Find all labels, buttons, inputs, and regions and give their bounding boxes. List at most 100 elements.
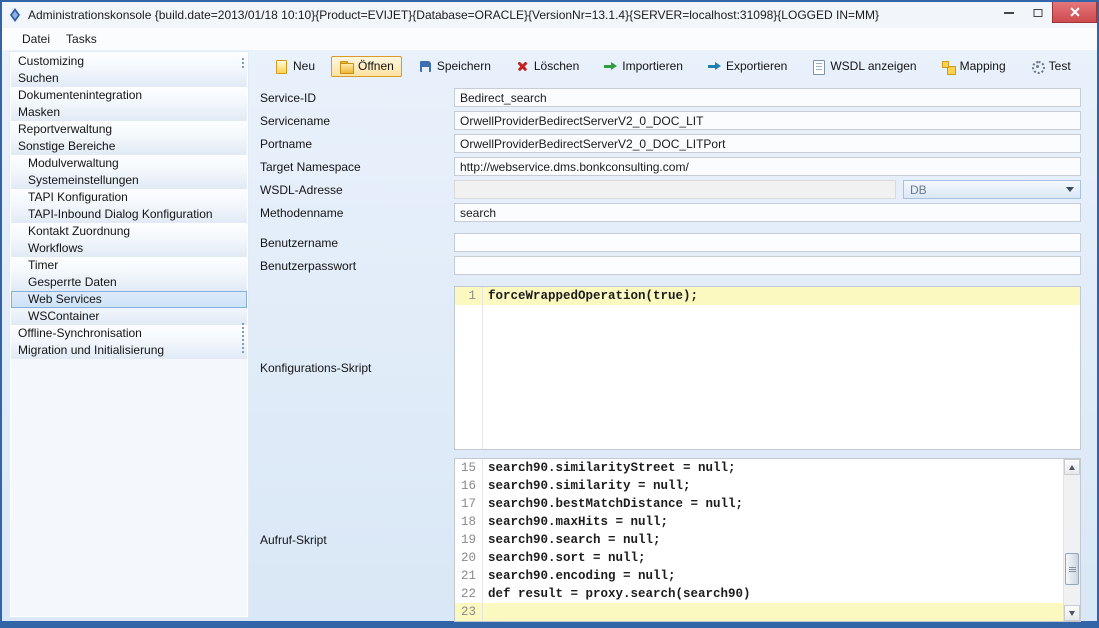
benutzername-field[interactable]	[454, 233, 1081, 252]
export-icon	[707, 59, 722, 74]
sidebar-splitter-grip-middle[interactable]	[242, 323, 244, 353]
benutzerpasswort-field[interactable]	[454, 256, 1081, 275]
test-gear-icon	[1030, 59, 1045, 74]
sidebar-splitter-grip-top[interactable]	[242, 58, 244, 68]
window-title: Administrationskonsole {build.date=2013/…	[28, 8, 879, 22]
scrollbar-up-button[interactable]	[1064, 459, 1080, 475]
title-bar-left: Administrationskonsole {build.date=2013/…	[2, 2, 994, 28]
sidebar-item-migration-und-initialisierung[interactable]: Migration und Initialisierung	[11, 342, 247, 359]
code-line: 18 search90.maxHits = null;	[455, 513, 1063, 531]
code-line: 23	[455, 603, 1063, 621]
sidebar-item-sonstige-bereiche[interactable]: Sonstige Bereiche	[11, 138, 247, 155]
code-line: 22 def result = proxy.search(search90)	[455, 585, 1063, 603]
aufruf-skript-label: Aufruf-Skript	[260, 533, 454, 547]
code-line: 15 search90.similarityStreet = null;	[455, 459, 1063, 477]
methodenname-label: Methodenname	[260, 206, 454, 220]
sidebar-item-dokumentenintegration[interactable]: Dokumentenintegration	[11, 87, 247, 104]
portname-label: Portname	[260, 137, 454, 151]
administrationskonsole-window: Administrationskonsole {build.date=2013/…	[0, 0, 1099, 628]
konfigurations-skript-code[interactable]: 1 forceWrappedOperation(true);	[455, 287, 1080, 449]
maximize-button[interactable]	[1023, 2, 1052, 23]
minimize-button[interactable]	[994, 2, 1023, 23]
chevron-down-icon	[1066, 187, 1074, 192]
portname-field[interactable]	[454, 134, 1081, 153]
sidebar-item-web-services[interactable]: Web Services	[11, 291, 247, 308]
sidebar-item-systemeinstellungen[interactable]: Systemeinstellungen	[11, 172, 247, 189]
main-area: Customizing Suchen Dokumentenintegration…	[2, 50, 1097, 621]
sidebar-item-timer[interactable]: Timer	[11, 257, 247, 274]
sidebar-item-offline-synchronisation[interactable]: Offline-Synchronisation	[11, 325, 247, 342]
sidebar-item-customizing[interactable]: Customizing	[11, 53, 247, 70]
sidebar-item-modulverwaltung[interactable]: Modulverwaltung	[11, 155, 247, 172]
aufruf-skript-editor[interactable]: 15 search90.similarityStreet = null; 16 …	[454, 458, 1081, 622]
neu-button[interactable]: Neu	[266, 56, 323, 77]
aufruf-skript-code[interactable]: 15 search90.similarityStreet = null; 16 …	[455, 459, 1063, 621]
sidebar-item-reportverwaltung[interactable]: Reportverwaltung	[11, 121, 247, 138]
scrollbar-thumb[interactable]	[1065, 553, 1079, 585]
target-namespace-label: Target Namespace	[260, 160, 454, 174]
mapping-button[interactable]: Mapping	[933, 56, 1014, 77]
test-button[interactable]: Test	[1022, 56, 1079, 77]
exportieren-button[interactable]: Exportieren	[699, 56, 795, 77]
code-line: 17 search90.bestMatchDistance = null;	[455, 495, 1063, 513]
content-panel: Neu Öffnen Speichern Löschen Importieren…	[256, 52, 1089, 617]
navigation-sidebar: Customizing Suchen Dokumentenintegration…	[10, 52, 248, 617]
arrow-down-icon	[1069, 611, 1075, 616]
new-icon	[274, 59, 289, 74]
wsdl-document-icon	[811, 59, 826, 74]
servicename-label: Servicename	[260, 114, 454, 128]
minimize-icon	[1004, 12, 1014, 14]
benutzername-label: Benutzername	[260, 236, 454, 250]
arrow-up-icon	[1069, 465, 1075, 470]
loeschen-button[interactable]: Löschen	[507, 56, 587, 77]
target-namespace-field[interactable]	[454, 157, 1081, 176]
benutzerpasswort-label: Benutzerpasswort	[260, 259, 454, 273]
importieren-button[interactable]: Importieren	[595, 56, 691, 77]
wsdl-anzeigen-button[interactable]: WSDL anzeigen	[803, 56, 924, 77]
sidebar-item-tapi-konfiguration[interactable]: TAPI Konfiguration	[11, 189, 247, 206]
save-icon	[418, 59, 433, 74]
web-service-form: Service-ID Servicename Portname Target N…	[256, 80, 1089, 617]
code-line: 20 search90.sort = null;	[455, 549, 1063, 567]
wsdl-adresse-label: WSDL-Adresse	[260, 183, 454, 197]
import-icon	[603, 59, 618, 74]
konfigurations-skript-editor[interactable]: 1 forceWrappedOperation(true);	[454, 286, 1081, 450]
scrollbar-track[interactable]	[1064, 475, 1080, 605]
sidebar-item-wscontainer[interactable]: WSContainer	[11, 308, 247, 325]
code-line: 21 search90.encoding = null;	[455, 567, 1063, 585]
wsdl-source-dropdown[interactable]: DB	[903, 180, 1081, 199]
delete-icon	[515, 59, 530, 74]
methodenname-field[interactable]	[454, 203, 1081, 222]
window-controls	[994, 2, 1097, 23]
service-id-field[interactable]	[454, 88, 1081, 107]
oeffnen-button[interactable]: Öffnen	[331, 56, 402, 77]
sidebar-item-workflows[interactable]: Workflows	[11, 240, 247, 257]
sidebar-item-masken[interactable]: Masken	[11, 104, 247, 121]
open-icon	[339, 59, 354, 74]
service-id-label: Service-ID	[260, 91, 454, 105]
sidebar-item-tapi-inbound-dialog-konfiguration[interactable]: TAPI-Inbound Dialog Konfiguration	[11, 206, 247, 223]
sidebar-item-suchen[interactable]: Suchen	[11, 70, 247, 87]
menu-datei[interactable]: Datei	[14, 30, 58, 48]
code-line: 1 forceWrappedOperation(true);	[455, 287, 1080, 305]
sidebar-item-kontakt-zuordnung[interactable]: Kontakt Zuordnung	[11, 223, 247, 240]
menu-bar: Datei Tasks	[2, 28, 1097, 50]
app-icon	[7, 7, 23, 23]
konfigurations-skript-label: Konfigurations-Skript	[260, 361, 454, 375]
servicename-field[interactable]	[454, 111, 1081, 130]
scrollbar-down-button[interactable]	[1064, 605, 1080, 621]
speichern-button[interactable]: Speichern	[410, 56, 499, 77]
wsdl-adresse-field[interactable]	[454, 180, 896, 199]
menu-tasks[interactable]: Tasks	[58, 30, 105, 48]
aufruf-skript-scrollbar[interactable]	[1063, 459, 1080, 621]
sidebar-item-gesperrte-daten[interactable]: Gesperrte Daten	[11, 274, 247, 291]
code-line: 16 search90.similarity = null;	[455, 477, 1063, 495]
wsdl-source-dropdown-value: DB	[910, 183, 1066, 197]
close-button[interactable]	[1052, 2, 1097, 23]
code-line: 19 search90.search = null;	[455, 531, 1063, 549]
mapping-icon	[941, 59, 956, 74]
toolbar: Neu Öffnen Speichern Löschen Importieren…	[256, 52, 1089, 80]
scrollbar-grip-icon	[1069, 569, 1076, 570]
maximize-icon	[1033, 9, 1042, 17]
title-bar: Administrationskonsole {build.date=2013/…	[2, 2, 1097, 28]
